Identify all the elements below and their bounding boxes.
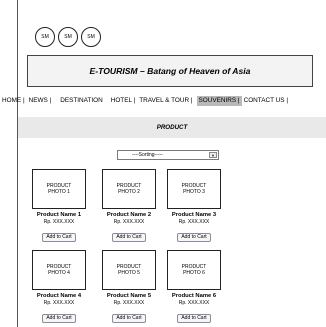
product-name[interactable]: Product Name 4: [31, 293, 87, 299]
add-to-cart-button[interactable]: Add to Cart: [112, 314, 146, 323]
social-media-button-2[interactable]: SM: [58, 27, 78, 47]
section-title: PRODUCT: [156, 124, 188, 131]
nav-news[interactable]: NEWS |: [27, 96, 54, 106]
product-price: Rp. XXX.XXX: [113, 300, 145, 306]
social-media-links: SM SM SM: [35, 27, 101, 47]
nav-souvenirs[interactable]: SOUVENIRS |: [196, 96, 242, 106]
nav-travel-tour[interactable]: TRAVEL & TOUR |: [137, 96, 194, 106]
nav-contact-us[interactable]: CONTACT US |: [242, 96, 290, 106]
product-price: Rp. XXX.XXX: [113, 219, 145, 225]
sorting-selected-value: ----Sorting-----: [132, 152, 163, 158]
social-media-button-1[interactable]: SM: [35, 27, 55, 47]
product-photo[interactable]: PRODUCT PHOTO 2: [102, 169, 156, 209]
product-card: PRODUCT PHOTO 1 Product Name 1 Rp. XXX.X…: [31, 169, 87, 243]
product-photo[interactable]: PRODUCT PHOTO 1: [32, 169, 86, 209]
product-name[interactable]: Product Name 3: [166, 212, 222, 218]
product-card: PRODUCT PHOTO 4 Product Name 4 Rp. XXX.X…: [31, 250, 87, 324]
product-photo[interactable]: PRODUCT PHOTO 6: [167, 250, 221, 290]
product-price: Rp. XXX.XXX: [43, 219, 75, 225]
page-left-border: [17, 0, 18, 327]
nav-destination[interactable]: DESTINATION: [58, 96, 105, 106]
product-price: Rp. XXX.XXX: [178, 219, 210, 225]
product-name[interactable]: Product Name 2: [101, 212, 157, 218]
product-photo[interactable]: PRODUCT PHOTO 3: [167, 169, 221, 209]
social-media-button-3[interactable]: SM: [81, 27, 101, 47]
add-to-cart-button[interactable]: Add to Cart: [177, 233, 211, 242]
product-price: Rp. XXX.XXX: [178, 300, 210, 306]
product-card: PRODUCT PHOTO 5 Product Name 5 Rp. XXX.X…: [101, 250, 157, 324]
product-name[interactable]: Product Name 5: [101, 293, 157, 299]
section-header: PRODUCT: [18, 117, 326, 138]
site-banner: E-TOURISM – Batang of Heaven of Asia: [27, 55, 313, 87]
product-card: PRODUCT PHOTO 3 Product Name 3 Rp. XXX.X…: [166, 169, 222, 243]
product-photo[interactable]: PRODUCT PHOTO 4: [32, 250, 86, 290]
product-price: Rp. XXX.XXX: [43, 300, 75, 306]
product-photo[interactable]: PRODUCT PHOTO 5: [102, 250, 156, 290]
add-to-cart-button[interactable]: Add to Cart: [42, 314, 76, 323]
nav-hotel[interactable]: HOTEL |: [109, 96, 138, 106]
product-card: PRODUCT PHOTO 6 Product Name 6 Rp. XXX.X…: [166, 250, 222, 324]
add-to-cart-button[interactable]: Add to Cart: [112, 233, 146, 242]
product-name[interactable]: Product Name 1: [31, 212, 87, 218]
add-to-cart-button[interactable]: Add to Cart: [177, 314, 211, 323]
sorting-select[interactable]: ----Sorting----- ▼: [117, 150, 219, 160]
banner-title: E-TOURISM – Batang of Heaven of Asia: [89, 66, 251, 76]
nav-home[interactable]: HOME |: [0, 96, 27, 106]
add-to-cart-button[interactable]: Add to Cart: [42, 233, 76, 242]
product-card: PRODUCT PHOTO 2 Product Name 2 Rp. XXX.X…: [101, 169, 157, 243]
product-name[interactable]: Product Name 6: [166, 293, 222, 299]
chevron-down-icon[interactable]: ▼: [209, 152, 217, 158]
main-navigation: HOME | NEWS | DESTINATION HOTEL | TRAVEL…: [0, 95, 326, 107]
